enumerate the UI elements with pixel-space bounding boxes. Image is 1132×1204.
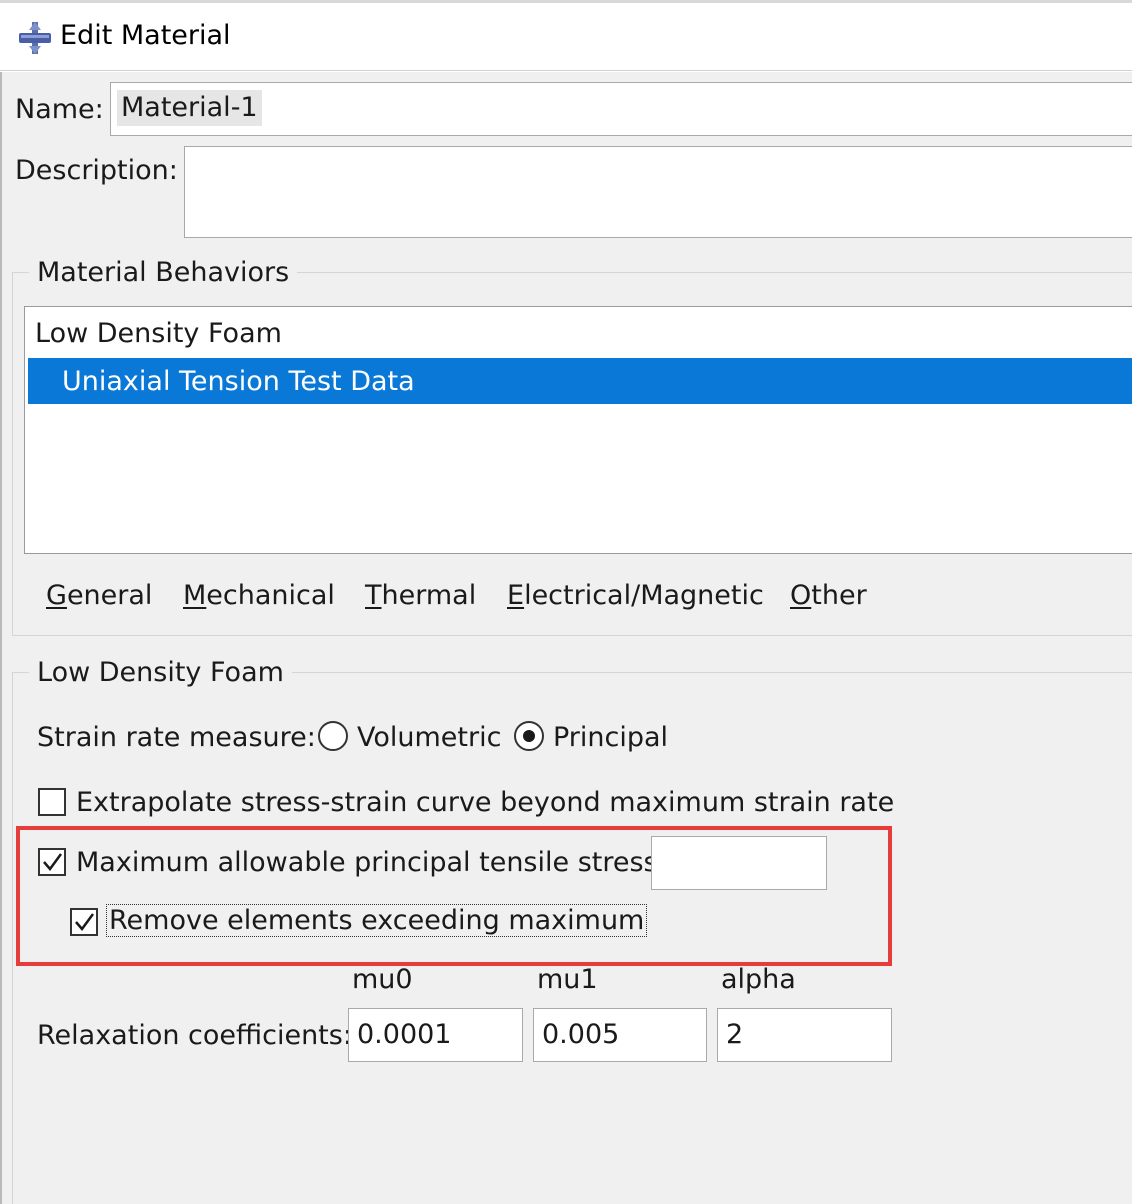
name-value[interactable]: Material-1	[117, 90, 262, 126]
header-mu0: mu0	[352, 964, 413, 995]
remove-elements-checkbox[interactable]	[70, 908, 98, 936]
remove-elements-label[interactable]: Remove elements exceeding maximum	[106, 904, 648, 937]
menu-thermal[interactable]: Thermal	[365, 580, 476, 611]
radio-principal-label[interactable]: Principal	[553, 722, 668, 753]
description-label: Description:	[15, 155, 178, 186]
strain-rate-label: Strain rate measure:	[37, 722, 316, 753]
title-bar: Edit Material	[0, 3, 1132, 71]
menu-electrical-magnetic[interactable]: Electrical/Magnetic	[507, 580, 764, 611]
header-mu1: mu1	[537, 964, 598, 995]
menu-other[interactable]: Other	[790, 580, 867, 611]
name-label: Name:	[15, 94, 104, 125]
mu0-input[interactable]: 0.0001	[348, 1008, 523, 1062]
mu1-input[interactable]: 0.005	[533, 1008, 707, 1062]
behavior-item-uniaxial-tension[interactable]: Uniaxial Tension Test Data	[62, 366, 415, 397]
radio-principal-dot	[523, 730, 535, 742]
max-stress-label[interactable]: Maximum allowable principal tensile stre…	[76, 847, 667, 878]
extrapolate-label[interactable]: Extrapolate stress-strain curve beyond m…	[76, 787, 894, 818]
material-app-icon	[19, 22, 51, 54]
behavior-item-low-density-foam[interactable]: Low Density Foam	[35, 318, 282, 349]
name-field[interactable]	[110, 82, 1132, 136]
relaxation-label: Relaxation coefficients:	[37, 1020, 352, 1051]
menu-general[interactable]: General	[46, 580, 152, 611]
window-title: Edit Material	[60, 20, 231, 51]
menu-mechanical[interactable]: Mechanical	[183, 580, 335, 611]
alpha-input[interactable]: 2	[717, 1008, 892, 1062]
low-density-foam-title: Low Density Foam	[29, 657, 292, 688]
radio-volumetric[interactable]	[318, 721, 348, 751]
checkmark-icon	[43, 853, 63, 872]
checkmark-icon	[75, 913, 95, 932]
radio-principal[interactable]	[514, 721, 544, 751]
max-stress-input[interactable]	[651, 836, 827, 890]
header-alpha: alpha	[721, 964, 796, 995]
material-behaviors-title: Material Behaviors	[29, 257, 298, 288]
max-stress-checkbox[interactable]	[38, 848, 66, 876]
description-field[interactable]	[184, 146, 1132, 238]
extrapolate-checkbox[interactable]	[38, 788, 66, 816]
radio-volumetric-label[interactable]: Volumetric	[357, 722, 501, 753]
